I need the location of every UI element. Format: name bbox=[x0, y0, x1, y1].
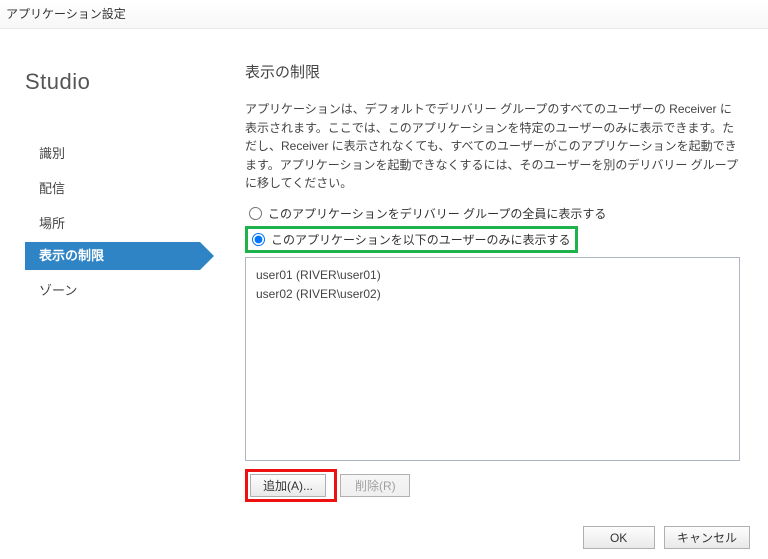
ok-button[interactable]: OK bbox=[583, 526, 655, 549]
sidebar-item-delivery[interactable]: 配信 bbox=[25, 172, 200, 203]
sidebar-item-visibility[interactable]: 表示の制限 bbox=[25, 242, 200, 270]
radio-show-limited[interactable]: このアプリケーションを以下のユーザーのみに表示する bbox=[245, 226, 578, 253]
list-item[interactable]: user02 (RIVER\user02) bbox=[256, 285, 729, 304]
add-button-highlight: 追加(A)... bbox=[245, 469, 337, 502]
window: アプリケーション設定 Studio 識別 配信 場所 表示の制限 ゾーン 表示の… bbox=[0, 0, 768, 559]
window-title: アプリケーション設定 bbox=[0, 0, 768, 29]
sidebar-item-location[interactable]: 場所 bbox=[25, 207, 200, 238]
sidebar-nav: 識別 配信 場所 表示の制限 ゾーン bbox=[25, 137, 200, 305]
list-button-row: 追加(A)... 削除(R) bbox=[245, 469, 740, 502]
user-list[interactable]: user01 (RIVER\user01) user02 (RIVER\user… bbox=[245, 257, 740, 461]
list-item[interactable]: user01 (RIVER\user01) bbox=[256, 266, 729, 285]
add-button[interactable]: 追加(A)... bbox=[250, 474, 326, 497]
sidebar-item-zone[interactable]: ゾーン bbox=[25, 274, 200, 305]
studio-brand: Studio bbox=[25, 69, 235, 95]
remove-button: 削除(R) bbox=[340, 474, 410, 497]
sidebar: Studio 識別 配信 場所 表示の制限 ゾーン bbox=[0, 29, 235, 559]
radio-show-all-input[interactable] bbox=[249, 207, 262, 220]
radio-show-all[interactable]: このアプリケーションをデリバリー グループの全員に表示する bbox=[245, 203, 740, 224]
main-panel: 表示の制限 アプリケーションは、デフォルトでデリバリー グループのすべてのユーザ… bbox=[235, 29, 768, 559]
radio-show-all-label: このアプリケーションをデリバリー グループの全員に表示する bbox=[268, 205, 606, 222]
radio-show-limited-input[interactable] bbox=[252, 233, 265, 246]
radio-show-limited-label: このアプリケーションを以下のユーザーのみに表示する bbox=[271, 231, 571, 248]
body: Studio 識別 配信 場所 表示の制限 ゾーン 表示の制限 アプリケーション… bbox=[0, 29, 768, 559]
dialog-footer: OK キャンセル bbox=[583, 526, 756, 550]
sidebar-item-identify[interactable]: 識別 bbox=[25, 137, 200, 168]
cancel-button[interactable]: キャンセル bbox=[664, 526, 750, 549]
section-heading: 表示の制限 bbox=[245, 61, 740, 82]
section-description: アプリケーションは、デフォルトでデリバリー グループのすべてのユーザーの Rec… bbox=[245, 100, 740, 193]
